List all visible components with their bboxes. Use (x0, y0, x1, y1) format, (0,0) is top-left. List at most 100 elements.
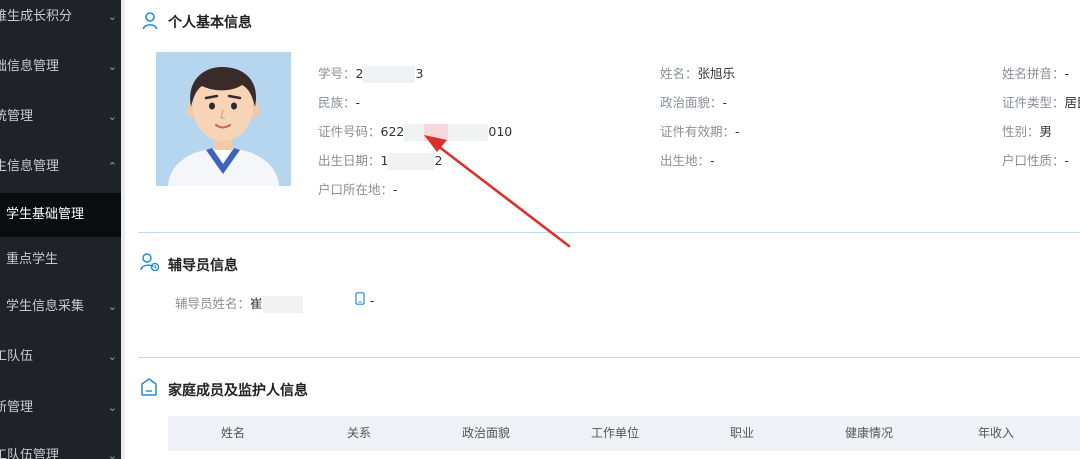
person-icon (142, 12, 158, 30)
redaction-mask (448, 124, 489, 141)
redaction-mask (424, 124, 449, 141)
column-header-political[interactable]: 政治面貌 (462, 416, 510, 451)
field-label: 户口性质： (1002, 153, 1065, 168)
sidebar-item-label: 难生成长积分 (0, 9, 73, 24)
redaction-mask (404, 124, 425, 141)
sidebar-item-label: 学生信息采集 (6, 299, 85, 314)
sidebar-item-label: 统管理 (0, 109, 34, 124)
household-type-field: 户口性质：- (1002, 150, 1069, 169)
sidebar-item-key-students[interactable]: 重点学生 (0, 238, 121, 282)
chevron-down-icon: ⌄ (107, 10, 117, 23)
field-value: 2 (434, 153, 443, 168)
field-label: 性别： (1002, 124, 1040, 139)
name-pinyin-field: 姓名拼音：- (1002, 63, 1069, 82)
field-value: - (355, 95, 361, 110)
sidebar-item-innovation[interactable]: 新管理 ⌄ (0, 386, 121, 430)
chevron-down-icon: ⌄ (107, 350, 117, 363)
counselor-phone-field: - (370, 293, 375, 308)
main-content: 个人基本信息 学号：2 3 民族：- 证件号码：622 010 出生日期：1 2… (125, 0, 1080, 459)
column-header-health[interactable]: 健康情况 (845, 416, 893, 451)
sidebar-item-label: 学生基础管理 (6, 207, 85, 222)
birthplace-field: 出生地：- (660, 150, 715, 169)
sidebar-item-basic-info[interactable]: 础信息管理 ⌄ (0, 45, 121, 89)
id-validity-field: 证件有效期：- (660, 121, 740, 140)
field-value: - (710, 153, 715, 168)
chevron-down-icon: ⌄ (107, 60, 117, 73)
sidebar-item-label: 重点学生 (6, 252, 59, 267)
redaction-mask (388, 153, 435, 170)
sidebar-item-team-management[interactable]: 工队伍管理 ⌄ (0, 434, 121, 459)
field-label: 出生地： (660, 153, 711, 168)
home-icon (141, 378, 157, 396)
gender-field: 性别：男 (1002, 121, 1052, 140)
birth-date-field: 出生日期：1 2 (318, 150, 442, 170)
field-label: 证件有效期： (660, 124, 736, 139)
sidebar-item-info-collection[interactable]: 学生信息采集 ⌄ (0, 285, 121, 329)
id-type-field: 证件类型：居民 (1002, 92, 1080, 111)
chevron-up-icon: ⌃ (107, 160, 117, 173)
sidebar-item-student-basic[interactable]: 学生基础管理 (0, 193, 121, 237)
field-label: 政治面貌： (660, 95, 723, 110)
field-label: 学号： (318, 66, 356, 81)
field-value: 1 (380, 153, 389, 168)
column-header-relation[interactable]: 关系 (347, 416, 371, 451)
field-value: - (735, 124, 740, 139)
field-label: 户口所在地： (318, 182, 394, 197)
counselor-icon (140, 253, 160, 272)
field-label: 辅导员姓名： (175, 296, 251, 311)
chevron-down-icon: ⌄ (107, 449, 117, 459)
field-label: 姓名拼音： (1002, 66, 1065, 81)
field-value: 622 (380, 124, 405, 139)
field-label: 姓名： (660, 66, 698, 81)
field-value: 崔 (250, 296, 263, 311)
field-value: - (1064, 153, 1070, 168)
field-label: 民族： (318, 95, 356, 110)
sidebar-item-label: 工队伍 (0, 349, 34, 364)
sidebar-item-label: 础信息管理 (0, 59, 60, 74)
political-status-field: 政治面貌：- (660, 92, 727, 111)
id-number-field: 证件号码：622 010 (318, 121, 512, 141)
field-label: 出生日期： (318, 153, 381, 168)
field-value: - (370, 293, 375, 308)
field-value: 3 (415, 66, 424, 81)
field-value: 010 (488, 124, 513, 139)
sidebar-item-team[interactable]: 工队伍 ⌄ (0, 335, 121, 379)
field-value: - (393, 182, 398, 197)
phone-icon (355, 292, 365, 305)
sidebar-item-student-info[interactable]: 生信息管理 ⌃ (0, 145, 121, 189)
column-header-name[interactable]: 姓名 (221, 416, 245, 451)
family-info-title: 家庭成员及监护人信息 (168, 383, 308, 399)
field-label: 证件类型： (1002, 95, 1065, 110)
field-value: - (722, 95, 728, 110)
avatar (156, 52, 291, 186)
field-label: 证件号码： (318, 124, 381, 139)
chevron-down-icon: ⌄ (107, 300, 117, 313)
sidebar: 难生成长积分 ⌄ 础信息管理 ⌄ 统管理 ⌄ 生信息管理 ⌃ 学生基础管理 重点… (0, 0, 121, 459)
name-field: 姓名：张旭乐 (660, 63, 735, 82)
field-value: 男 (1039, 124, 1053, 139)
chevron-down-icon: ⌄ (107, 401, 117, 414)
sidebar-item-label: 工队伍管理 (0, 448, 60, 459)
student-id-field: 学号：2 3 (318, 63, 423, 83)
sidebar-item-label: 生信息管理 (0, 159, 60, 174)
column-header-occupation[interactable]: 职业 (730, 416, 754, 451)
sidebar-item-system[interactable]: 统管理 ⌄ (0, 95, 121, 139)
section-divider (138, 357, 1080, 358)
redaction-mask (262, 296, 303, 313)
sidebar-item-growth-points[interactable]: 难生成长积分 ⌄ (0, 0, 121, 39)
counselor-info-title: 辅导员信息 (168, 258, 238, 274)
counselor-name-field: 辅导员姓名：崔 (175, 293, 303, 313)
family-table-header: 姓名 关系 政治面貌 工作单位 职业 健康情况 年收入 (168, 416, 1080, 451)
redaction-mask (363, 66, 416, 83)
field-value: 居民 (1064, 95, 1080, 110)
field-value: - (1064, 66, 1070, 81)
ethnicity-field: 民族：- (318, 92, 360, 111)
field-value: 2 (355, 66, 364, 81)
household-location-field: 户口所在地：- (318, 179, 398, 198)
column-header-employer[interactable]: 工作单位 (591, 416, 639, 451)
chevron-down-icon: ⌄ (107, 110, 117, 123)
sidebar-item-label: 新管理 (0, 400, 34, 415)
field-value: 张旭乐 (697, 66, 736, 81)
avatar-illustration (156, 52, 291, 186)
column-header-income[interactable]: 年收入 (978, 416, 1014, 451)
